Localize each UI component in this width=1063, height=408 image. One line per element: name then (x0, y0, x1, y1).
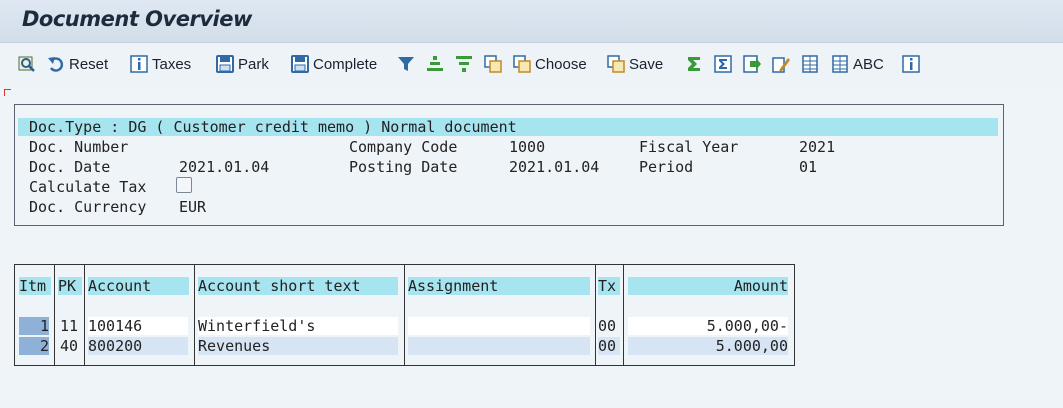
display-icon-button[interactable] (17, 53, 37, 75)
column-header-pk[interactable]: PK (58, 277, 82, 295)
focus-corner-marker (4, 89, 11, 96)
sort-ascending-icon (425, 54, 445, 74)
period-label: Period (639, 158, 694, 176)
doc-number-label: Doc. Number (29, 138, 129, 156)
info-icon (901, 54, 921, 74)
row-1-account[interactable]: 100146 (88, 317, 188, 335)
column-header-account-short-text[interactable]: Account short text (198, 277, 398, 295)
row-1-tax-code[interactable]: 00 (598, 317, 620, 335)
row-2-item-number[interactable]: 2 (19, 337, 49, 355)
spreadsheet-icon (800, 54, 820, 74)
line-items-table: Itm PK Account Account short text Assign… (14, 264, 795, 366)
reset-button[interactable]: Reset (46, 53, 108, 75)
row-1-assignment[interactable] (408, 317, 590, 335)
calculate-tax-label: Calculate Tax (29, 178, 147, 196)
row-1-posting-key: 11 (59, 317, 78, 335)
row-2-tax-code[interactable]: 00 (598, 337, 620, 355)
pencil-icon (771, 54, 791, 74)
subtotal-button[interactable] (713, 53, 733, 75)
doc-currency-label: Doc. Currency (29, 198, 147, 216)
export-icon (742, 54, 762, 74)
company-code-value: 1000 (509, 138, 546, 156)
row-1-account-short-text: Winterfield's (198, 317, 398, 335)
posting-date-label: Posting Date (349, 158, 458, 176)
export-button[interactable] (742, 53, 762, 75)
column-header-account[interactable]: Account (88, 277, 189, 295)
park-button[interactable]: Park (215, 53, 269, 75)
spreadsheet-icon (830, 54, 850, 74)
posting-date-value: 2021.01.04 (509, 158, 600, 176)
abc-analysis-button[interactable]: ABC (830, 53, 884, 75)
info-button[interactable] (901, 53, 921, 75)
filter-button[interactable] (396, 53, 416, 75)
doc-date-value: 2021.01.04 (179, 158, 270, 176)
taxes-label: Taxes (152, 55, 192, 73)
page-title: Document Overview (22, 7, 252, 31)
row-2-posting-key: 40 (59, 337, 78, 355)
edit-button[interactable] (771, 53, 791, 75)
document-header-panel: Doc.Type : DG ( Customer credit memo ) N… (14, 104, 1004, 226)
row-2-assignment[interactable] (408, 337, 590, 355)
info-icon (129, 54, 149, 74)
taxes-button[interactable]: Taxes (129, 53, 191, 75)
title-bar: Document Overview (0, 0, 1063, 43)
choose-button[interactable]: Choose (512, 53, 587, 75)
layout-icon (483, 54, 503, 74)
abc-label: ABC (853, 55, 884, 73)
sort-ascending-button[interactable] (425, 53, 445, 75)
row-2-account-short-text: Revenues (198, 337, 398, 355)
magnifier-icon (17, 54, 37, 74)
choose-label: Choose (535, 55, 587, 73)
complete-button[interactable]: Complete (290, 53, 377, 75)
company-code-label: Company Code (349, 138, 458, 156)
column-header-amount[interactable]: Amount (628, 277, 788, 295)
choose-layout-icon (512, 54, 532, 74)
sort-descending-button[interactable] (454, 53, 474, 75)
fiscal-year-value: 2021 (799, 138, 836, 156)
application-toolbar: Reset Taxes Park Complete Choose Save AB… (0, 43, 1063, 87)
row-2-amount[interactable]: 5.000,00 (628, 337, 788, 355)
filter-icon (396, 54, 416, 74)
total-button[interactable] (684, 53, 704, 75)
save-label: Save (629, 55, 664, 73)
save-layout-button[interactable]: Save (606, 53, 663, 75)
column-header-tx[interactable]: Tx (598, 277, 620, 295)
save-disk-icon (215, 54, 235, 74)
column-header-assignment[interactable]: Assignment (408, 277, 590, 295)
park-label: Park (238, 55, 269, 73)
save-layout-icon (606, 54, 626, 74)
sigma-icon (684, 54, 704, 74)
layout-button[interactable] (483, 53, 503, 75)
undo-icon (46, 54, 66, 74)
save-disk-icon (290, 54, 310, 74)
spreadsheet-button[interactable] (800, 53, 820, 75)
row-1-amount[interactable]: 5.000,00- (628, 317, 788, 335)
column-header-itm[interactable]: Itm (19, 277, 51, 295)
row-2-account[interactable]: 800200 (88, 337, 188, 355)
sort-descending-icon (454, 54, 474, 74)
calculate-tax-checkbox[interactable] (176, 177, 192, 193)
subtotal-icon (713, 54, 733, 74)
doc-type-line: Doc.Type : DG ( Customer credit memo ) N… (29, 118, 517, 136)
fiscal-year-label: Fiscal Year (639, 138, 739, 156)
doc-date-label: Doc. Date (29, 158, 111, 176)
doc-currency-value: EUR (179, 198, 207, 216)
row-1-item-number[interactable]: 1 (19, 317, 49, 335)
complete-label: Complete (313, 55, 378, 73)
period-value: 01 (799, 158, 818, 176)
reset-label: Reset (69, 55, 109, 73)
